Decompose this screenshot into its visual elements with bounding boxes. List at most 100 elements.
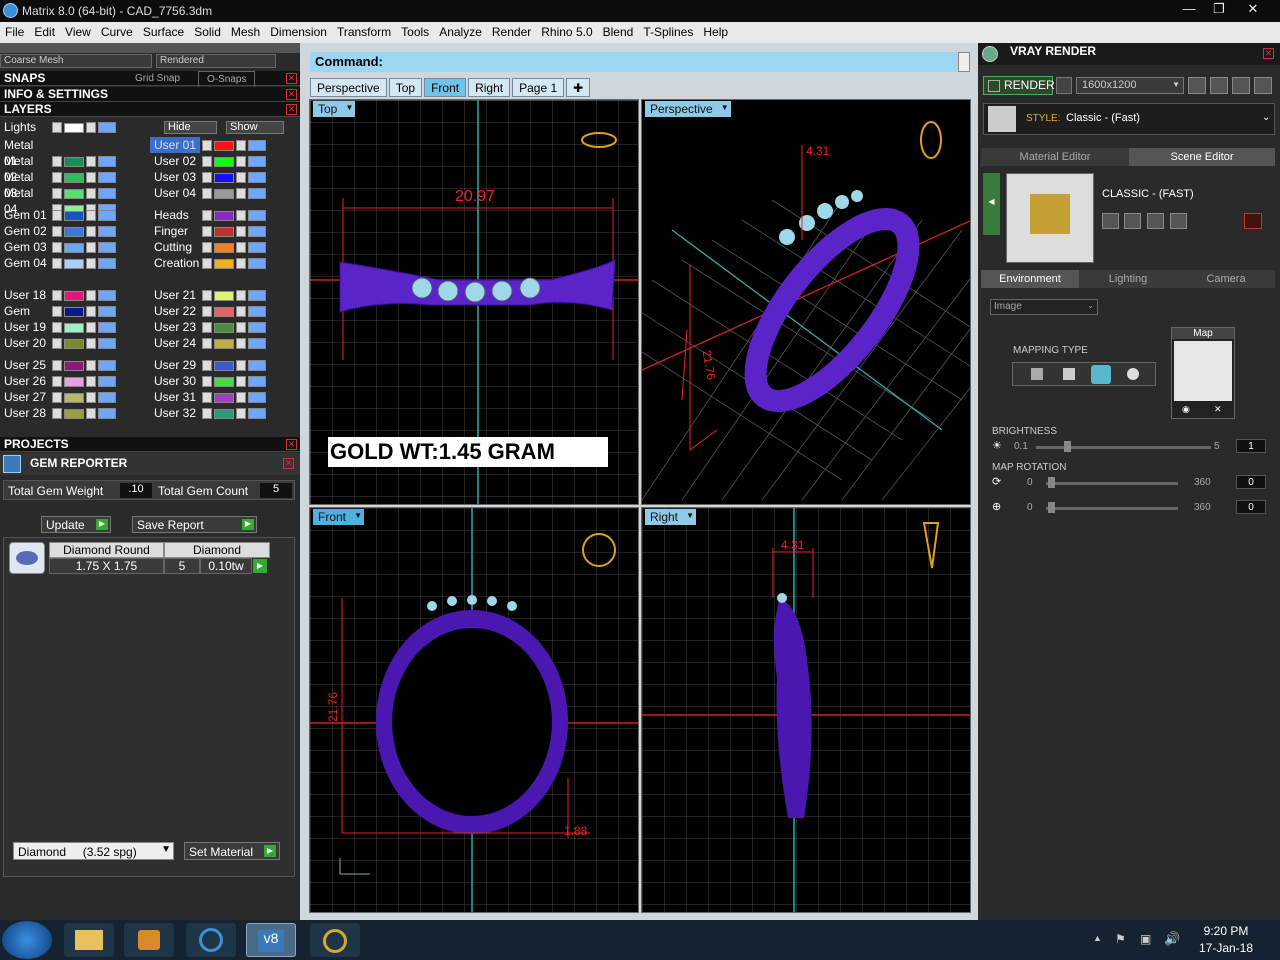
expand-icon[interactable] xyxy=(52,360,62,372)
layer-row[interactable]: User 03 xyxy=(150,169,298,185)
layer-color-swatch[interactable] xyxy=(214,156,234,167)
viewport-label-perspective[interactable]: Perspective ▼ xyxy=(645,101,731,117)
close-button[interactable]: ✕ xyxy=(1238,0,1268,20)
tab-material-editor[interactable]: Material Editor xyxy=(981,148,1129,166)
brightness-thumb[interactable] xyxy=(1064,441,1071,452)
viewport-front[interactable]: Front ▼ 21.76 1.88 xyxy=(309,507,639,913)
save-icon[interactable] xyxy=(1102,213,1119,229)
layer-name[interactable]: User 01 xyxy=(150,137,200,153)
expand-icon[interactable] xyxy=(202,376,212,388)
lights-row[interactable]: Lights Hide Show xyxy=(0,119,300,135)
grid-snap-toggle[interactable]: Grid Snap xyxy=(135,71,180,86)
viewport-label-right[interactable]: Right ▼ xyxy=(645,509,697,525)
info-close-icon[interactable]: ✕ xyxy=(286,89,297,100)
layer-row[interactable]: Gem xyxy=(0,303,148,319)
layer-color-swatch[interactable] xyxy=(64,392,84,403)
media-player-taskbar-icon[interactable] xyxy=(124,923,174,957)
brightness-slider[interactable] xyxy=(1036,446,1211,449)
layer-name[interactable]: Gem 04 xyxy=(0,255,50,271)
layer-color-swatch[interactable] xyxy=(64,408,84,419)
menu-surface[interactable]: Surface xyxy=(138,22,189,39)
layer-name[interactable]: User 29 xyxy=(150,357,200,373)
layer-visibility-icon[interactable] xyxy=(248,408,266,420)
layer-row[interactable]: Creation xyxy=(150,255,298,271)
layer-visibility-icon[interactable] xyxy=(248,376,266,388)
layer-name[interactable]: User 27 xyxy=(0,389,50,405)
tab-front[interactable]: Front xyxy=(424,78,467,97)
lock-icon[interactable] xyxy=(236,242,246,254)
tab-lighting[interactable]: Lighting xyxy=(1079,270,1177,288)
layer-name[interactable]: User 21 xyxy=(150,287,200,303)
layer-visibility-icon[interactable] xyxy=(98,226,116,238)
lock-icon[interactable] xyxy=(236,188,246,200)
expand-icon[interactable] xyxy=(202,242,212,254)
tab-camera[interactable]: Camera xyxy=(1177,270,1275,288)
lock-icon[interactable] xyxy=(86,258,96,270)
lock-icon[interactable] xyxy=(236,258,246,270)
layer-visibility-icon[interactable] xyxy=(98,392,116,404)
lock-icon[interactable] xyxy=(236,226,246,238)
add-tab-button[interactable]: ✚ xyxy=(566,78,591,97)
layer-name[interactable]: User 02 xyxy=(150,153,200,169)
expand-icon[interactable] xyxy=(202,156,212,168)
show-button[interactable]: Show xyxy=(226,121,284,134)
layer-color-swatch[interactable] xyxy=(64,322,84,333)
layer-name[interactable]: User 24 xyxy=(150,335,200,351)
layer-row[interactable]: User 01 xyxy=(150,137,298,153)
layer-visibility-icon[interactable] xyxy=(248,360,266,372)
lock-icon[interactable] xyxy=(236,376,246,388)
expand-icon[interactable] xyxy=(202,140,212,152)
layer-row[interactable]: User 04 xyxy=(150,185,298,201)
lock-icon[interactable] xyxy=(86,306,96,318)
lock-icon[interactable] xyxy=(86,226,96,238)
lock-icon[interactable] xyxy=(236,290,246,302)
lock-icon[interactable] xyxy=(236,306,246,318)
layer-name[interactable]: User 22 xyxy=(150,303,200,319)
expand-icon[interactable] xyxy=(52,376,62,388)
camera-icon[interactable] xyxy=(1056,77,1072,94)
menu-transform[interactable]: Transform xyxy=(332,22,396,39)
set-material-button[interactable]: Set Material ▶ xyxy=(184,842,280,860)
expand-icon[interactable] xyxy=(202,338,212,350)
layer-row[interactable]: Gem 01 xyxy=(0,207,148,223)
projects-header[interactable]: PROJECTS xyxy=(0,437,300,452)
layer-row[interactable]: Finger xyxy=(150,223,298,239)
layer-visibility-icon[interactable] xyxy=(248,140,266,152)
expand-icon[interactable] xyxy=(52,408,62,420)
rotation-value-2[interactable]: 0 xyxy=(1236,500,1266,514)
expand-icon[interactable] xyxy=(52,242,62,254)
lock-icon[interactable] xyxy=(236,140,246,152)
layers-close-icon[interactable]: ✕ xyxy=(286,104,297,115)
layer-row[interactable]: User 27 xyxy=(0,389,148,405)
command-bar[interactable]: Command: xyxy=(310,52,958,72)
environment-map-preview[interactable]: Map ◉ ✕ xyxy=(1171,327,1235,419)
viewport-perspective[interactable]: Perspective ▼ 4.31 21.76 xyxy=(641,99,971,505)
menu-render[interactable]: Render xyxy=(487,22,536,39)
lock-icon[interactable] xyxy=(236,338,246,350)
layer-color-swatch[interactable] xyxy=(214,242,234,253)
command-scroll[interactable] xyxy=(958,52,970,72)
layer-visibility-icon[interactable] xyxy=(98,210,116,222)
display-mode-combo[interactable]: Rendered xyxy=(156,54,276,68)
cylindrical-mapping-icon[interactable] xyxy=(1127,368,1139,380)
layer-visibility-icon[interactable] xyxy=(248,392,266,404)
menu-solid[interactable]: Solid xyxy=(189,22,226,39)
layer-name[interactable]: Gem 03 xyxy=(0,239,50,255)
layer-row[interactable]: User 28 xyxy=(0,405,148,421)
layer-visibility-icon[interactable] xyxy=(98,306,116,318)
layer-color-swatch[interactable] xyxy=(214,258,234,269)
grid-icon[interactable] xyxy=(1254,77,1272,94)
mesh-combo[interactable]: Coarse Mesh xyxy=(0,54,152,68)
tab-right[interactable]: Right xyxy=(468,78,511,97)
rotation-slider-2[interactable] xyxy=(1046,507,1178,510)
layer-color-swatch[interactable] xyxy=(214,226,234,237)
rewind-icon[interactable] xyxy=(1188,77,1206,94)
layer-row[interactable]: Gem 04 xyxy=(0,255,148,271)
reset-icon[interactable] xyxy=(1244,213,1262,229)
layer-row[interactable]: User 23 xyxy=(150,319,298,335)
layer-color-swatch[interactable] xyxy=(214,172,234,183)
expand-icon[interactable] xyxy=(202,226,212,238)
layer-visibility-icon[interactable] xyxy=(98,376,116,388)
layer-row[interactable]: Metal 04 xyxy=(0,185,148,216)
tab-top[interactable]: Top xyxy=(388,78,423,97)
